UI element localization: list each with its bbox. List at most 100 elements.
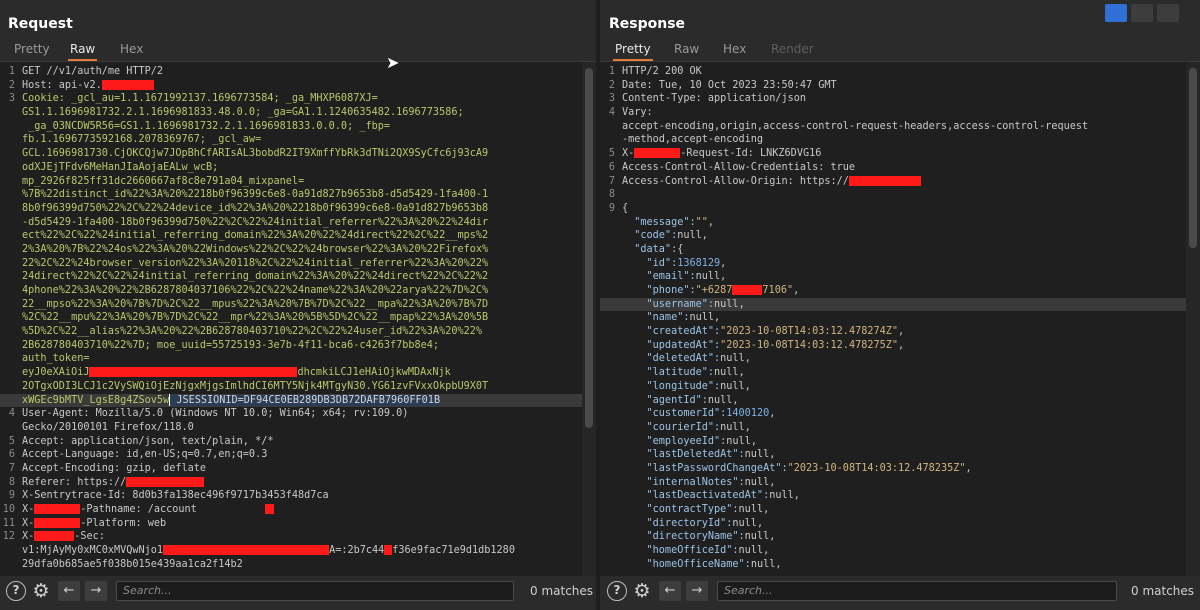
redaction-mark bbox=[732, 285, 763, 295]
code-line: 11 X- -Platform: web bbox=[0, 517, 582, 531]
code-token: null bbox=[750, 558, 776, 570]
code-line: 2OTgxODI3LCJ1c2VySWQiOjEzNjgxMjgsImlhdCI… bbox=[0, 380, 582, 394]
response-title: Response bbox=[609, 16, 686, 32]
code-token: null bbox=[720, 421, 745, 433]
code-line: 24direct%22%2C%22%24initial_referring_do… bbox=[0, 270, 582, 284]
code-line: 6 Access-Control-Allow-Credentials: true bbox=[600, 161, 1186, 175]
code-token: "2023-10-08T14:03:12.478274Z" bbox=[720, 326, 899, 338]
code-token: _ga_03NCDW5R56=GS1.1.1696981732.2.1.1696… bbox=[22, 120, 391, 132]
code-token: "directoryName": bbox=[622, 531, 745, 543]
code-line: "employeeId":null, bbox=[600, 435, 1186, 449]
line-number: 4 bbox=[608, 107, 615, 119]
code-line: 9 X-Sentrytrace-Id: 8d0b3fa138ec496f9717b… bbox=[0, 489, 582, 503]
request-tab-hex[interactable]: Hex bbox=[118, 40, 145, 59]
code-line: xWGEc9bMTV_LgsE8g4ZSov5w JSESSIONID=DF94… bbox=[0, 393, 582, 408]
code-token: "homeOfficeName": bbox=[622, 558, 751, 570]
code-token: X- bbox=[622, 148, 635, 160]
code-line: "id":1368129, bbox=[600, 257, 1186, 271]
mouse-pointer-icon: ➤ bbox=[386, 53, 400, 72]
code-line: "username":null, bbox=[600, 297, 1186, 312]
code-token: "email": bbox=[622, 271, 696, 283]
code-token: , bbox=[793, 490, 800, 502]
code-token: "message": bbox=[622, 216, 696, 228]
line-number: 12 bbox=[2, 531, 15, 543]
response-search-input[interactable]: Search... bbox=[717, 581, 1117, 601]
arrow-left-icon[interactable]: ← bbox=[58, 581, 80, 601]
request-scrollbar-thumb[interactable] bbox=[585, 68, 593, 428]
response-scrollbar-thumb[interactable] bbox=[1189, 68, 1197, 248]
response-scrollbar[interactable] bbox=[1186, 62, 1200, 576]
line-number: 6 bbox=[8, 449, 15, 461]
line-number: 8 bbox=[8, 476, 15, 488]
code-token: 1400120 bbox=[726, 408, 770, 420]
code-line: "phone":"+6287 7106", bbox=[600, 284, 1186, 298]
help-icon[interactable]: ? bbox=[6, 581, 26, 601]
code-line: "customerId":1400120, bbox=[600, 407, 1186, 421]
code-line: 7 Access-Control-Allow-Origin: https:// bbox=[600, 175, 1186, 189]
arrow-left-icon[interactable]: ← bbox=[659, 581, 681, 601]
code-token: null bbox=[707, 394, 733, 406]
arrow-right-icon[interactable]: → bbox=[85, 581, 107, 601]
request-search-input[interactable]: Search... bbox=[116, 581, 514, 601]
code-line: 8 Referer: https:// bbox=[0, 476, 582, 490]
code-token: 22%2C%22%24browser_version%22%3A%20118%2… bbox=[22, 257, 489, 269]
gear-icon[interactable]: ⚙ bbox=[631, 580, 653, 602]
code-line: %7B%22distinct_id%22%3A%20%2218b0f96399c… bbox=[0, 188, 582, 202]
redaction-mark bbox=[264, 504, 274, 514]
response-tab-raw[interactable]: Raw bbox=[672, 40, 701, 59]
code-line: auth_token= bbox=[0, 352, 582, 366]
code-token: "deletedAt": bbox=[622, 353, 721, 365]
code-token: HTTP/2 200 OK bbox=[622, 66, 702, 77]
response-tab-hex[interactable]: Hex bbox=[721, 40, 748, 59]
line-number: 5 bbox=[8, 435, 15, 447]
help-icon[interactable]: ? bbox=[607, 581, 627, 601]
layout-side-by-side-icon[interactable] bbox=[1105, 4, 1127, 22]
code-line: _ga_03NCDW5R56=GS1.1.1696981732.2.1.1696… bbox=[0, 120, 582, 134]
line-number: 9 bbox=[608, 202, 615, 214]
code-line: 6 Accept-Language: id,en-US;q=0.7,en;q=0.… bbox=[0, 448, 582, 462]
code-token: "+6287 bbox=[695, 285, 733, 296]
code-token: "internalNotes": bbox=[622, 476, 745, 488]
layout-top-bottom-icon[interactable] bbox=[1131, 4, 1153, 22]
layout-tabs-icon[interactable] bbox=[1157, 4, 1179, 22]
code-line: 2%3A%20%7B%22%24os%22%3A%20%22Windows%22… bbox=[0, 243, 582, 257]
code-line: 22%2C%22%24browser_version%22%3A%20118%2… bbox=[0, 257, 582, 271]
code-token: xWGEc9bMTV_LgsE8g4ZSov5w bbox=[22, 394, 170, 406]
code-token: "2023-10-08T14:03:12.478235Z" bbox=[787, 462, 966, 474]
request-scrollbar[interactable] bbox=[582, 62, 596, 576]
redaction-mark bbox=[34, 504, 81, 514]
code-line: "createdAt":"2023-10-08T14:03:12.478274Z… bbox=[600, 325, 1186, 339]
code-token: X-Sentrytrace-Id: 8d0b3fa138ec496f9717b3… bbox=[22, 490, 329, 502]
code-token: -Sec: bbox=[74, 531, 105, 543]
code-token: %5D%2C%22__alias%22%3A%20%22%2B628780403… bbox=[22, 326, 483, 338]
code-token: "latitude": bbox=[622, 367, 715, 379]
code-token: User-Agent: Mozilla/5.0 (Windows NT 10.0… bbox=[22, 408, 409, 420]
gear-icon[interactable]: ⚙ bbox=[30, 580, 52, 602]
request-tab-pretty[interactable]: Pretty bbox=[12, 40, 52, 59]
request-editor[interactable]: 1 GET //v1/auth/me HTTP/2 2 Host: api-v2. 3 C… bbox=[0, 61, 596, 576]
code-line: "name":null, bbox=[600, 311, 1186, 325]
response-tab-pretty[interactable]: Pretty bbox=[613, 40, 653, 61]
code-token: , bbox=[744, 353, 751, 365]
response-bottom-bar: ? ⚙ ← → Search... 0 matches bbox=[600, 578, 1200, 606]
code-token: , bbox=[756, 517, 764, 529]
code-token: "phone": bbox=[622, 285, 696, 296]
code-token: { bbox=[677, 243, 684, 255]
code-token: -method,accept-encoding bbox=[622, 134, 764, 146]
code-line: v1:MjAyMy0xMC0xMVQwNjo1 A=:2b7c44 f36e9fac… bbox=[0, 544, 582, 558]
code-token: , bbox=[769, 408, 776, 420]
code-line: "lastDeactivatedAt":null, bbox=[600, 489, 1186, 503]
code-token: "2023-10-08T14:03:12.478275Z" bbox=[720, 339, 899, 351]
request-bottom-bar: ? ⚙ ← → Search... 0 matches bbox=[0, 578, 596, 606]
code-token: "id": bbox=[622, 257, 678, 269]
code-token: "homeOfficeId": bbox=[622, 545, 739, 557]
code-token: GS1.1.1696981732.2.1.1696981833.48.0.0; … bbox=[22, 107, 464, 119]
code-line: 12 X- -Sec: bbox=[0, 530, 582, 544]
code-line: "directoryId":null, bbox=[600, 517, 1186, 531]
code-token: , bbox=[720, 271, 727, 283]
line-number: 3 bbox=[608, 93, 615, 105]
arrow-right-icon[interactable]: → bbox=[686, 581, 708, 601]
response-editor[interactable]: 1 HTTP/2 200 OK 2 Date: Tue, 10 Oct 2023 23… bbox=[600, 61, 1200, 576]
request-tab-raw[interactable]: Raw bbox=[68, 40, 98, 61]
redaction-mark bbox=[126, 476, 205, 487]
